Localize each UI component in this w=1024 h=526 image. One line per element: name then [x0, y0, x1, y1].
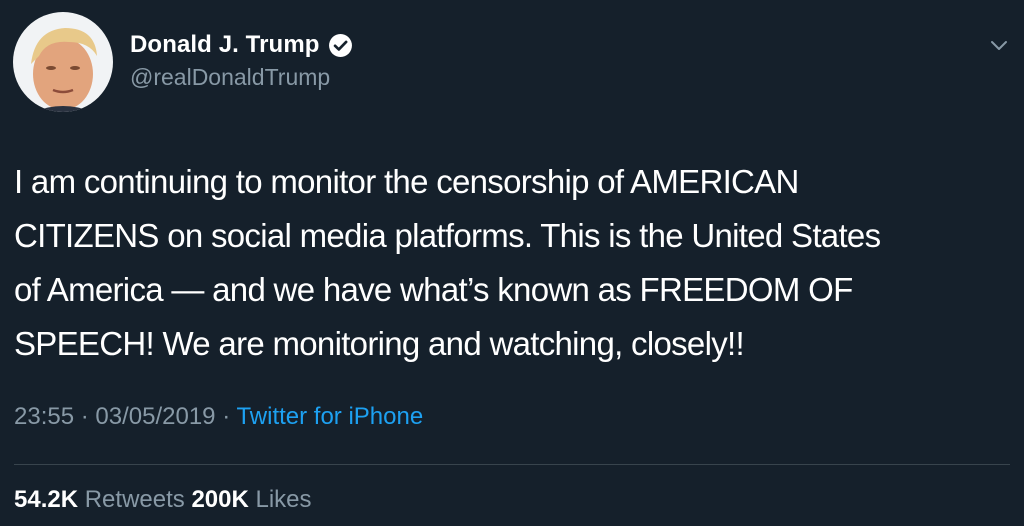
tweet-stats: 54.2K Retweets 200K Likes: [14, 486, 312, 514]
chevron-down-icon[interactable]: [989, 38, 1009, 54]
verified-badge-icon: [328, 33, 353, 58]
tweet-text-line: CITIZENS on social media platforms. This…: [14, 217, 881, 254]
tweet-time[interactable]: 23:55: [14, 403, 74, 430]
tweet-source-link[interactable]: Twitter for iPhone: [236, 403, 423, 430]
meta-separator: ·: [80, 403, 89, 430]
likes-label: Likes: [255, 486, 312, 513]
tweet-text-line: of America — and we have what’s known as…: [14, 271, 853, 308]
tweet-text: I am continuing to monitor the censorshi…: [14, 155, 1004, 371]
tweet-card: Donald J. Trump @realDonaldTrump I am co…: [0, 0, 1024, 526]
likes-stat[interactable]: 200K Likes: [191, 486, 311, 513]
avatar[interactable]: [13, 12, 113, 112]
retweets-count: 54.2K: [14, 486, 79, 513]
meta-separator: ·: [222, 403, 231, 430]
divider: [14, 464, 1010, 465]
tweet-meta: 23:55 · 03/05/2019 · Twitter for iPhone: [14, 403, 423, 431]
tweet-text-line: SPEECH! We are monitoring and watching, …: [14, 325, 745, 362]
retweets-label: Retweets: [84, 486, 185, 513]
avatar-image: [13, 12, 113, 112]
user-handle[interactable]: @realDonaldTrump: [130, 64, 330, 91]
likes-count: 200K: [191, 486, 249, 513]
tweet-date[interactable]: 03/05/2019: [95, 403, 215, 430]
tweet-text-line: I am continuing to monitor the censorshi…: [14, 163, 799, 200]
retweets-stat[interactable]: 54.2K Retweets: [14, 486, 185, 513]
author-name-row: Donald J. Trump: [130, 30, 353, 60]
display-name[interactable]: Donald J. Trump: [130, 31, 320, 59]
